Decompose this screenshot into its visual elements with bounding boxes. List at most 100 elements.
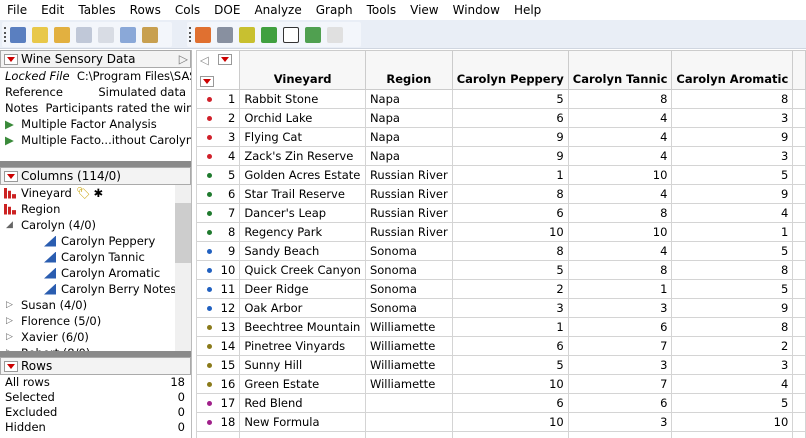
row-number[interactable]: 11	[196, 279, 241, 299]
data-cell[interactable]: 6	[567, 317, 673, 337]
data-cell[interactable]: Napa	[364, 127, 453, 147]
new-script-icon[interactable]	[32, 26, 48, 43]
data-cell[interactable]: 6	[451, 203, 569, 223]
data-cell[interactable]	[792, 412, 806, 432]
data-cell[interactable]: Regency Park	[239, 222, 366, 242]
column-item[interactable]: ▷ Florence (5/0)	[4, 313, 191, 329]
column-header[interactable]: Carolyn Tannic	[567, 50, 673, 90]
data-cell[interactable]: 10	[451, 374, 569, 394]
row-number[interactable]: 3	[196, 127, 241, 147]
column-item[interactable]: Carolyn Aromatic	[4, 265, 191, 281]
data-cell[interactable]: 9	[671, 298, 794, 318]
table-row[interactable]: 6 Star Trail Reserve Russian River 8 4 9	[196, 184, 806, 204]
data-cell[interactable]	[792, 260, 806, 280]
menu-doe[interactable]: DOE	[207, 3, 247, 17]
data-cell[interactable]: Napa	[364, 89, 453, 109]
data-cell[interactable]: 2	[671, 336, 794, 356]
row-number[interactable]: 6	[196, 184, 241, 204]
row-number[interactable]: 12	[196, 298, 241, 318]
data-cell[interactable]: 6	[451, 393, 569, 413]
data-cell[interactable]	[792, 146, 806, 166]
group-collapsed-icon[interactable]: ▷	[6, 329, 16, 345]
column-list-icon[interactable]	[217, 26, 233, 43]
data-cell[interactable]: 8	[451, 241, 569, 261]
data-cell[interactable]: 8	[451, 184, 569, 204]
column-header[interactable]: Carolyn Peppery	[451, 50, 569, 90]
distribution-icon[interactable]	[261, 26, 277, 43]
data-cell[interactable]: Russian River	[364, 222, 453, 242]
menu-edit[interactable]: Edit	[34, 3, 71, 17]
column-item[interactable]: ▷ Xavier (6/0)	[4, 329, 191, 345]
data-cell[interactable]	[792, 336, 806, 356]
data-cell[interactable]: Dancer's Leap	[239, 203, 366, 223]
data-cell[interactable]: Star Trail Reserve	[239, 184, 366, 204]
data-cell[interactable]: Sonoma	[364, 241, 453, 261]
data-cell[interactable]: 5	[671, 279, 794, 299]
cut-icon[interactable]	[98, 26, 114, 43]
column-item[interactable]: ◢ Carolyn (4/0)	[4, 217, 191, 233]
menu-cols[interactable]: Cols	[168, 3, 207, 17]
paste-icon[interactable]	[142, 26, 158, 43]
run-script-icon[interactable]: ▶	[5, 133, 14, 147]
row-number[interactable]: 15	[196, 355, 241, 375]
red-triangle-menu-icon[interactable]	[4, 170, 18, 182]
data-cell[interactable]: Williamette	[364, 336, 453, 356]
column-header[interactable]: Vineyard	[239, 50, 366, 90]
data-cell[interactable]: 2	[451, 279, 569, 299]
data-cell[interactable]: 9	[451, 127, 569, 147]
scrollbar-thumb[interactable]	[175, 203, 191, 263]
column-item[interactable]: Vineyard 🏷 ✱	[4, 185, 191, 201]
table-row[interactable]: 5 Golden Acres Estate Russian River 1 10 5	[196, 165, 806, 185]
columns-panel-header[interactable]: Columns (114/0)	[0, 167, 191, 185]
data-cell[interactable]: 9	[451, 146, 569, 166]
data-cell[interactable]	[792, 355, 806, 375]
table-row[interactable]: 18 New Formula 10 3 10	[196, 412, 806, 432]
data-cell[interactable]: Sonoma	[364, 279, 453, 299]
toolbar-grip[interactable]	[189, 27, 191, 42]
table-row[interactable]: 14 Pinetree Vinyards Williamette 6 7 2	[196, 336, 806, 356]
data-cell[interactable]: 10	[451, 412, 569, 432]
data-cell[interactable]: New Formula	[239, 412, 366, 432]
script-item[interactable]: ▶ Multiple Factor Analysis	[0, 116, 191, 132]
menu-rows[interactable]: Rows	[123, 3, 168, 17]
data-cell[interactable]: Orchid Lake	[239, 108, 366, 128]
data-cell[interactable]	[792, 279, 806, 299]
data-cell[interactable]: 6	[451, 108, 569, 128]
table-row[interactable]: 13 Beechtree Mountain Williamette 1 6 8	[196, 317, 806, 337]
save-icon[interactable]	[76, 26, 92, 43]
data-cell[interactable]	[792, 374, 806, 394]
column-header[interactable]	[792, 50, 806, 90]
data-cell[interactable]: 3	[567, 355, 673, 375]
grid-icon[interactable]	[239, 26, 255, 43]
data-cell[interactable]	[792, 298, 806, 318]
data-cell[interactable]: 3	[567, 298, 673, 318]
fit-model-icon[interactable]	[305, 26, 321, 43]
table-row[interactable]: 16 Green Estate Williamette 10 7 4	[196, 374, 806, 394]
column-item[interactable]: Region	[4, 201, 191, 217]
row-number[interactable]: 14	[196, 336, 241, 356]
data-cell[interactable]: Zack's Zin Reserve	[239, 146, 366, 166]
data-cell[interactable]: 7	[567, 336, 673, 356]
data-cell[interactable]: 8	[567, 203, 673, 223]
data-cell[interactable]: 5	[451, 89, 569, 109]
data-cell[interactable]	[792, 108, 806, 128]
run-script-icon[interactable]: ▶	[5, 117, 14, 131]
data-cell[interactable]: 4	[567, 127, 673, 147]
data-cell[interactable]: Green Estate	[239, 374, 366, 394]
column-item[interactable]: ▷ Susan (4/0)	[4, 297, 191, 313]
data-cell[interactable]: 4	[567, 184, 673, 204]
menu-graph[interactable]: Graph	[309, 3, 360, 17]
column-item[interactable]: Carolyn Peppery	[4, 233, 191, 249]
table-panel-header[interactable]: Wine Sensory Data ▷	[0, 50, 191, 68]
table-row[interactable]: 17 Red Blend 6 6 5	[196, 393, 806, 413]
data-cell[interactable]: Quick Creek Canyon	[239, 260, 366, 280]
column-item[interactable]: ▷ Robert (8/0)	[4, 345, 191, 351]
data-cell[interactable]: 10	[671, 412, 794, 432]
data-cell[interactable]: Golden Acres Estate	[239, 165, 366, 185]
menu-analyze[interactable]: Analyze	[247, 3, 308, 17]
column-header[interactable]: Region	[364, 50, 453, 90]
data-cell[interactable]	[792, 203, 806, 223]
red-triangle-menu-icon[interactable]	[4, 53, 18, 65]
data-cell[interactable]: 7	[567, 374, 673, 394]
data-cell[interactable]: Russian River	[364, 203, 453, 223]
